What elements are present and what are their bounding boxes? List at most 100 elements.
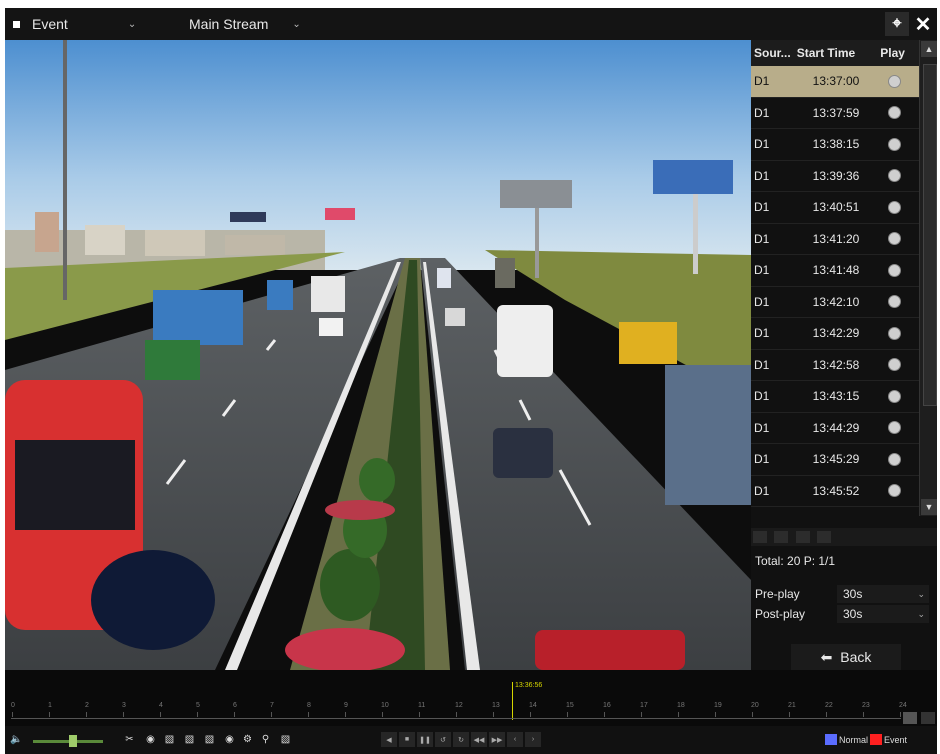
row-source: D1 (754, 231, 770, 246)
event-legend-label: Event (884, 734, 908, 745)
scroll-thumb[interactable] (923, 64, 937, 406)
pause-icon[interactable]: ❚❚ (417, 732, 433, 747)
volume-icon[interactable]: 🔈 (10, 734, 22, 745)
timeline-ruler[interactable] (11, 718, 901, 719)
row-play-button[interactable] (874, 106, 914, 120)
zoom-icon[interactable]: ⚲ (259, 733, 272, 746)
file-list-row[interactable]: D1 13:37:00 (751, 66, 919, 98)
next-page-icon[interactable] (795, 531, 810, 543)
zoom-out-icon[interactable] (921, 712, 935, 724)
row-play-button[interactable] (874, 452, 914, 466)
volume-slider[interactable] (33, 740, 103, 743)
column-play[interactable]: Play (874, 46, 919, 60)
file-list-row[interactable]: D1 13:41:48 (751, 255, 919, 287)
postplay-select[interactable]: 30s ⌄ (837, 605, 929, 623)
fullscreen-icon[interactable]: ⌖ (885, 12, 909, 36)
file-list-row[interactable]: D1 13:45:52 (751, 476, 919, 507)
row-play-button[interactable] (874, 263, 914, 277)
row-play-button[interactable] (874, 137, 914, 151)
row-source: D1 (754, 389, 770, 404)
row-source: D1 (754, 74, 770, 89)
clip-icon[interactable]: ✂ (123, 733, 136, 746)
reverse-play-icon[interactable]: ◀ (381, 732, 397, 747)
row-source: D1 (754, 105, 770, 120)
column-start-time[interactable]: Start Time (793, 46, 875, 60)
timeline-hour-tick: 22 (825, 702, 833, 717)
file-list-row[interactable]: D113:49:26 (751, 507, 919, 514)
play-icon (887, 358, 901, 372)
file-list-row[interactable]: D1 13:41:20 (751, 224, 919, 255)
file-list-rows: D1 13:37:00 D1 13:37:59 D1 13:38:15 D1 13:39:36… (751, 66, 919, 514)
row-play-button[interactable] (874, 169, 914, 183)
video-view[interactable] (5, 40, 751, 670)
zoom-in-icon[interactable] (903, 712, 917, 724)
settings-icon[interactable]: ⚙ (241, 733, 254, 746)
row-source: D1 (754, 420, 770, 435)
last-page-icon[interactable] (817, 531, 832, 543)
scroll-down-icon[interactable]: ▼ (921, 499, 937, 515)
row-play-button[interactable] (874, 295, 914, 309)
row-play-button[interactable] (874, 358, 914, 372)
timeline-hour-tick: 13 (492, 702, 500, 717)
timeline-hour-tick: 5 (196, 702, 200, 717)
timeline-hour-tick: 21 (788, 702, 796, 717)
play-icon (887, 484, 901, 498)
info-icon[interactable]: ▧ (279, 733, 292, 746)
row-play-button[interactable] (874, 326, 914, 340)
next-day-icon[interactable]: › (525, 732, 541, 747)
previous-day-icon[interactable]: ‹ (507, 732, 523, 747)
tag-manage-icon[interactable]: ▧ (203, 733, 216, 746)
stop-icon[interactable]: ■ (399, 732, 415, 747)
forward-30s-icon[interactable]: ↻ (453, 732, 469, 747)
row-play-button[interactable] (874, 74, 914, 88)
row-start-time: 13:44:29 (812, 420, 860, 435)
postplay-option: Post-play 30s ⌄ (755, 605, 933, 623)
stream-type-select[interactable]: Main Stream ⌄ (189, 14, 301, 34)
chevron-down-icon: ⌄ (917, 608, 925, 619)
scroll-up-icon[interactable]: ▲ (921, 41, 937, 57)
file-list-row[interactable]: D1 13:42:10 (751, 287, 919, 318)
timeline-hour-tick: 12 (455, 702, 463, 717)
row-play-button[interactable] (874, 232, 914, 246)
volume-knob[interactable] (69, 735, 77, 747)
file-list-row[interactable]: D1 13:39:36 (751, 161, 919, 192)
tag-add-icon[interactable]: ▧ (163, 733, 176, 746)
tag-icon[interactable]: ▧ (183, 733, 196, 746)
preplay-label: Pre-play (755, 587, 800, 601)
fast-forward-icon[interactable]: ▶▶ (489, 732, 505, 747)
first-page-icon[interactable] (753, 531, 767, 543)
file-list-row[interactable]: D1 13:40:51 (751, 192, 919, 224)
slow-forward-icon[interactable]: ◀◀ (471, 732, 487, 747)
column-source[interactable]: Sour... (751, 46, 793, 60)
file-list-row[interactable]: D1 13:43:15 (751, 381, 919, 413)
file-list-row[interactable]: D1 13:45:29 (751, 444, 919, 476)
file-list-row[interactable]: D1 13:42:29 (751, 318, 919, 350)
file-list-row[interactable]: D1 13:38:15 (751, 129, 919, 161)
row-source: D1 (754, 357, 770, 372)
timeline-hour-tick: 11 (418, 702, 426, 717)
timeline-hour-tick: 24 (899, 702, 907, 717)
file-list-row[interactable]: D1 13:37:59 (751, 98, 919, 129)
row-play-button[interactable] (874, 484, 914, 498)
playback-type-value: Event (32, 16, 68, 32)
row-play-button[interactable] (874, 421, 914, 435)
row-play-button[interactable] (874, 200, 914, 214)
timeline-hour-tick: 2 (85, 702, 89, 717)
preplay-select[interactable]: 30s ⌄ (837, 585, 929, 603)
file-list-scrollbar[interactable]: ▲ ▼ (919, 40, 937, 516)
prev-page-icon[interactable] (774, 531, 789, 543)
camera-icon[interactable]: ◉ (223, 733, 236, 746)
file-list-row[interactable]: D1 13:44:29 (751, 413, 919, 444)
close-icon[interactable]: ✕ (911, 12, 935, 36)
back-button[interactable]: ⬅ Back (791, 644, 901, 670)
lock-icon[interactable]: ◉ (144, 733, 157, 746)
row-play-button[interactable] (874, 389, 914, 403)
row-start-time: 13:41:48 (812, 263, 860, 278)
rewind-30s-icon[interactable]: ↺ (435, 732, 451, 747)
file-list-row[interactable]: D1 13:42:58 (751, 350, 919, 381)
row-start-time: 13:45:29 (812, 452, 860, 467)
row-start-time: 13:39:36 (812, 168, 860, 183)
row-start-time: 13:42:10 (812, 294, 860, 309)
playback-type-select[interactable]: Event ⌄ (13, 14, 136, 34)
timeline-hour-tick: 19 (714, 702, 722, 717)
